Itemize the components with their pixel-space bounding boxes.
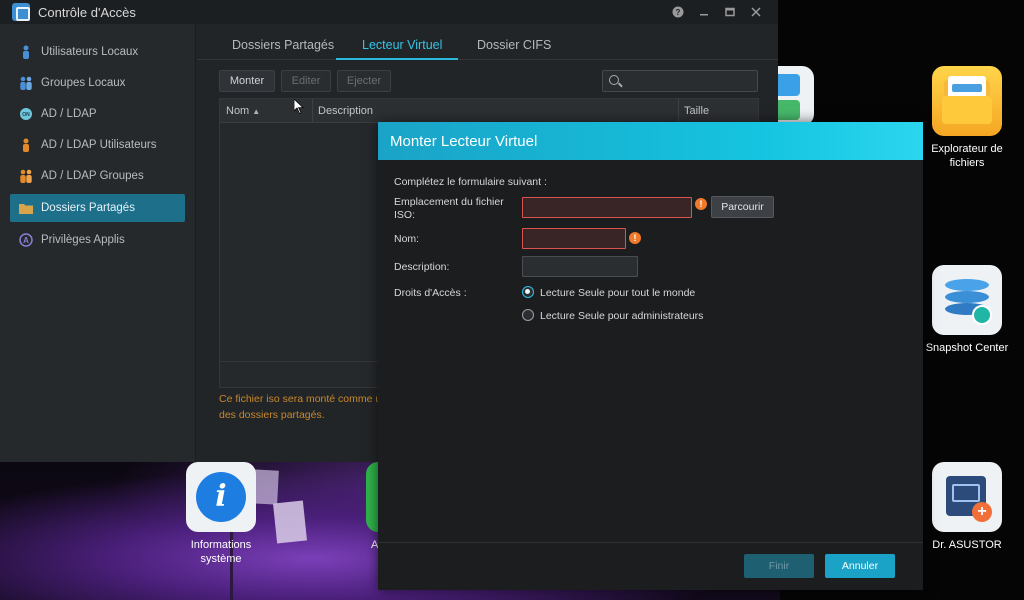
tab-bar: Dossiers Partagés Lecteur Virtuel Dossie… (197, 24, 778, 60)
dialog-footer: Finir Annuler (378, 542, 923, 590)
column-label: Nom (226, 105, 250, 117)
sidebar-item-local-users[interactable]: Utilisateurs Locaux (10, 38, 185, 66)
access-rights-label: Droits d'Accès : (394, 287, 467, 299)
close-icon[interactable] (748, 4, 764, 20)
radio-readonly-admins-label[interactable]: Lecture Seule pour administrateurs (540, 310, 703, 322)
mount-virtual-drive-dialog: Monter Lecteur Virtuel Complétez le form… (378, 122, 923, 590)
minimize-icon[interactable] (696, 4, 712, 20)
help-icon[interactable]: ? (670, 4, 686, 20)
user-icon (19, 44, 33, 60)
description-input[interactable] (522, 256, 638, 277)
tab-cifs-folder[interactable]: Dossier CIFS (477, 38, 551, 52)
sidebar-item-label: Privilèges Applis (41, 234, 125, 246)
active-tab-indicator (336, 58, 458, 60)
finish-button[interactable]: Finir (744, 554, 814, 578)
desktop-icon-label: fichiers (949, 157, 985, 169)
search-input[interactable] (602, 70, 758, 92)
desktop-icon-hidden[interactable] (778, 66, 814, 126)
name-warning-icon: ! (629, 232, 641, 244)
name-label: Nom: (394, 233, 420, 245)
ldap-icon: ON (19, 106, 33, 122)
column-header-name[interactable]: Nom ▲ (226, 105, 260, 117)
sort-ascending-icon: ▲ (252, 107, 261, 116)
column-header-size[interactable]: Taille (684, 105, 709, 117)
file-explorer-icon (932, 66, 1002, 136)
sidebar-item-label: Dossiers Partagés (41, 202, 135, 214)
access-control-app-icon (12, 3, 30, 21)
dialog-title: Monter Lecteur Virtuel (390, 132, 538, 150)
cancel-button[interactable]: Annuler (825, 554, 895, 578)
form-intro: Complétez le formulaire suivant : (394, 176, 547, 188)
tab-shared-folders[interactable]: Dossiers Partagés (232, 38, 334, 52)
desktop-icon-label: Snapshot Center (925, 342, 1009, 354)
title-bar[interactable]: Contrôle d'Accès ? (0, 0, 778, 24)
desktop-icon-dr-asustor[interactable]: + Dr. ASUSTOR (922, 462, 1012, 552)
sidebar-item-label: AD / LDAP Utilisateurs (41, 139, 157, 151)
browse-button[interactable]: Parcourir (711, 196, 774, 218)
dr-asustor-icon: + (932, 462, 1002, 532)
iso-location-label: Emplacement du fichier ISO: (394, 196, 504, 222)
eject-button[interactable]: Ejecter (337, 70, 391, 92)
folder-icon (19, 200, 33, 216)
label-line: Emplacement du fichier (394, 196, 504, 208)
app-privileges-icon: A (19, 232, 33, 248)
sidebar-item-ad-ldap[interactable]: ON AD / LDAP (10, 100, 185, 128)
sidebar: Utilisateurs Locaux Groupes Locaux ON AD… (0, 24, 196, 462)
window-title: Contrôle d'Accès (38, 4, 136, 20)
system-info-icon: i (186, 462, 256, 532)
desktop-icon-label: Explorateur de (931, 143, 1003, 155)
radio-readonly-everyone-label[interactable]: Lecture Seule pour tout le monde (540, 287, 695, 299)
mount-button[interactable]: Monter (219, 70, 275, 92)
svg-text:?: ? (676, 8, 681, 17)
desktop-icon-label: Informations (190, 539, 252, 551)
sidebar-item-app-privileges[interactable]: A Privilèges Applis (10, 226, 185, 254)
sidebar-item-label: Utilisateurs Locaux (41, 46, 139, 58)
radio-readonly-everyone[interactable] (522, 286, 534, 298)
ldap-user-icon (19, 137, 33, 153)
group-icon (19, 75, 33, 91)
radio-readonly-admins[interactable] (522, 309, 534, 321)
sidebar-item-label: AD / LDAP Groupes (41, 170, 144, 182)
iso-location-input[interactable] (522, 197, 692, 218)
desktop-icon-label: système (200, 553, 242, 565)
maximize-icon[interactable] (722, 4, 738, 20)
iso-warning-icon: ! (695, 198, 707, 210)
ldap-group-icon (19, 168, 33, 184)
desktop-icon-system-info[interactable]: i Informations système (180, 462, 262, 566)
info-note-line: Ce fichier iso sera monté comme u (219, 393, 382, 405)
sidebar-item-ad-ldap-users[interactable]: AD / LDAP Utilisateurs (10, 131, 185, 159)
sidebar-item-local-groups[interactable]: Groupes Locaux (10, 69, 185, 97)
desktop-icon-file-explorer[interactable]: Explorateur de fichiers (922, 66, 1012, 170)
name-input[interactable] (522, 228, 626, 249)
desktop-icon-snapshot-center[interactable]: Snapshot Center (918, 265, 1016, 355)
tab-virtual-drive[interactable]: Lecteur Virtuel (362, 38, 442, 52)
svg-text:ON: ON (22, 112, 30, 118)
desktop-icon-label: Dr. ASUSTOR (932, 539, 1002, 551)
snapshot-center-icon (932, 265, 1002, 335)
label-line: ISO: (394, 209, 416, 221)
sidebar-item-label: AD / LDAP (41, 108, 97, 120)
search-icon (609, 75, 619, 85)
sidebar-item-label: Groupes Locaux (41, 77, 126, 89)
mouse-cursor (293, 98, 304, 120)
dialog-header[interactable]: Monter Lecteur Virtuel (378, 122, 923, 160)
sidebar-item-shared-folders[interactable]: Dossiers Partagés (10, 194, 185, 222)
sidebar-item-ad-ldap-groups[interactable]: AD / LDAP Groupes (10, 162, 185, 190)
edit-button[interactable]: Editer (281, 70, 331, 92)
svg-text:A: A (23, 236, 29, 245)
column-header-description[interactable]: Description (318, 105, 373, 117)
info-note-line: des dossiers partagés. (219, 409, 325, 421)
description-label: Description: (394, 261, 450, 273)
info-note: Ce fichier iso sera monté comme u des do… (219, 391, 389, 423)
